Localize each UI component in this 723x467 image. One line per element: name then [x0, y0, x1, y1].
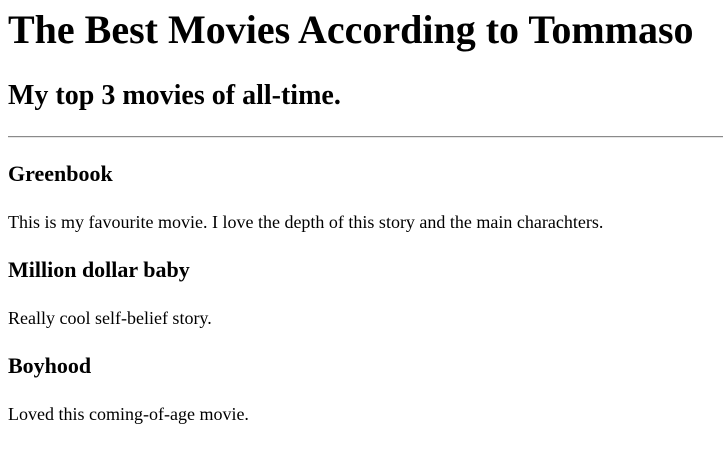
movie-description: Loved this coming-of-age movie.	[8, 404, 249, 424]
page-content: The Best Movies According to Tommaso My …	[0, 0, 723, 467]
movie-title: Boyhood	[8, 353, 92, 378]
movie-description: Really cool self-belief story.	[8, 308, 212, 328]
page-title: The Best Movies According to Tommaso	[8, 7, 694, 52]
movie-title: Greenbook	[8, 161, 113, 186]
movie-title: Million dollar baby	[8, 257, 190, 282]
movie-description: This is my favourite movie. I love the d…	[8, 212, 604, 232]
movie-list: Greenbook This is my favourite movie. I …	[8, 138, 723, 424]
movie-item-million-dollar-baby: Million dollar baby Really cool self-bel…	[8, 231, 723, 328]
movie-item-boyhood: Boyhood Loved this coming-of-age movie.	[8, 327, 723, 424]
movie-item-greenbook: Greenbook This is my favourite movie. I …	[8, 138, 723, 232]
page-subtitle: My top 3 movies of all-time.	[8, 80, 341, 111]
